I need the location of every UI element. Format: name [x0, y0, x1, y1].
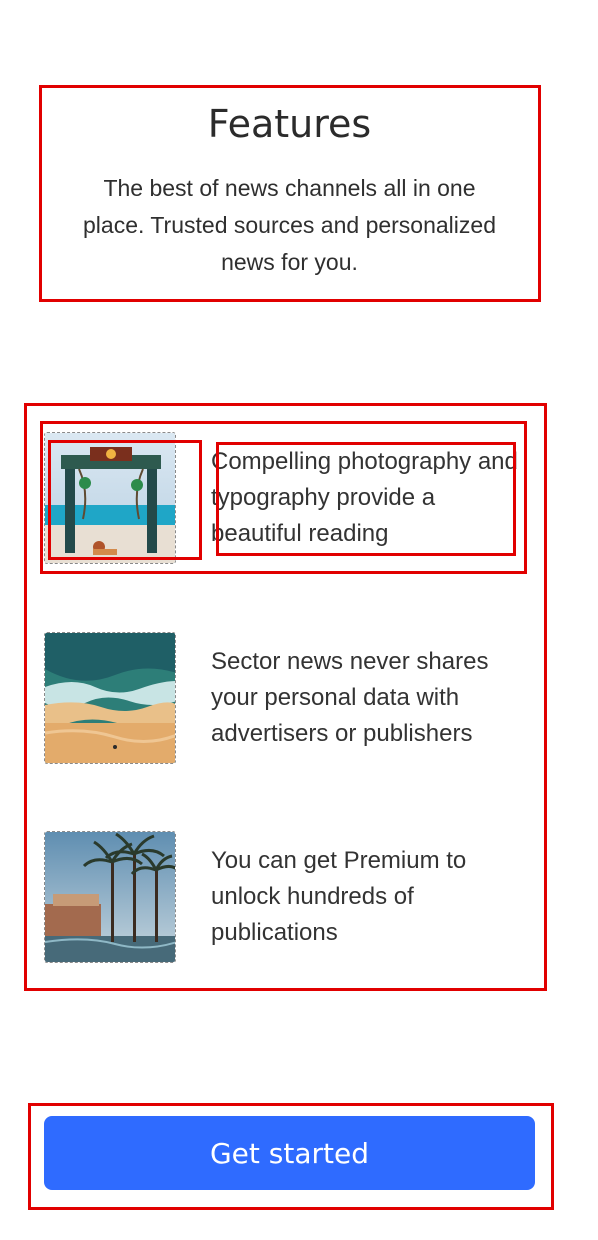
palm-resort-image: [44, 831, 176, 963]
get-started-button[interactable]: Get started: [44, 1116, 535, 1190]
beach-swing-image: [44, 432, 176, 564]
page-title: Features: [207, 102, 372, 146]
features-list: Compelling photography and typography pr…: [26, 405, 544, 989]
page-subtitle: The best of news channels all in one pla…: [83, 175, 496, 275]
feature-item-premium: You can get Premium to unlock hundreds o…: [44, 831, 522, 965]
ocean-shore-image: [44, 632, 176, 764]
feature-item-photography: Compelling photography and typography pr…: [44, 432, 522, 566]
features-header: Features The best of news channels all i…: [40, 86, 539, 301]
feature-text-premium: You can get Premium to unlock hundreds o…: [211, 847, 467, 946]
feature-text-photography: Compelling photography and typography pr…: [211, 448, 518, 547]
cta-container: Get started: [28, 1104, 553, 1209]
feature-item-privacy: Sector news never shares your personal d…: [44, 632, 522, 766]
feature-text-privacy: Sector news never shares your personal d…: [211, 648, 489, 747]
